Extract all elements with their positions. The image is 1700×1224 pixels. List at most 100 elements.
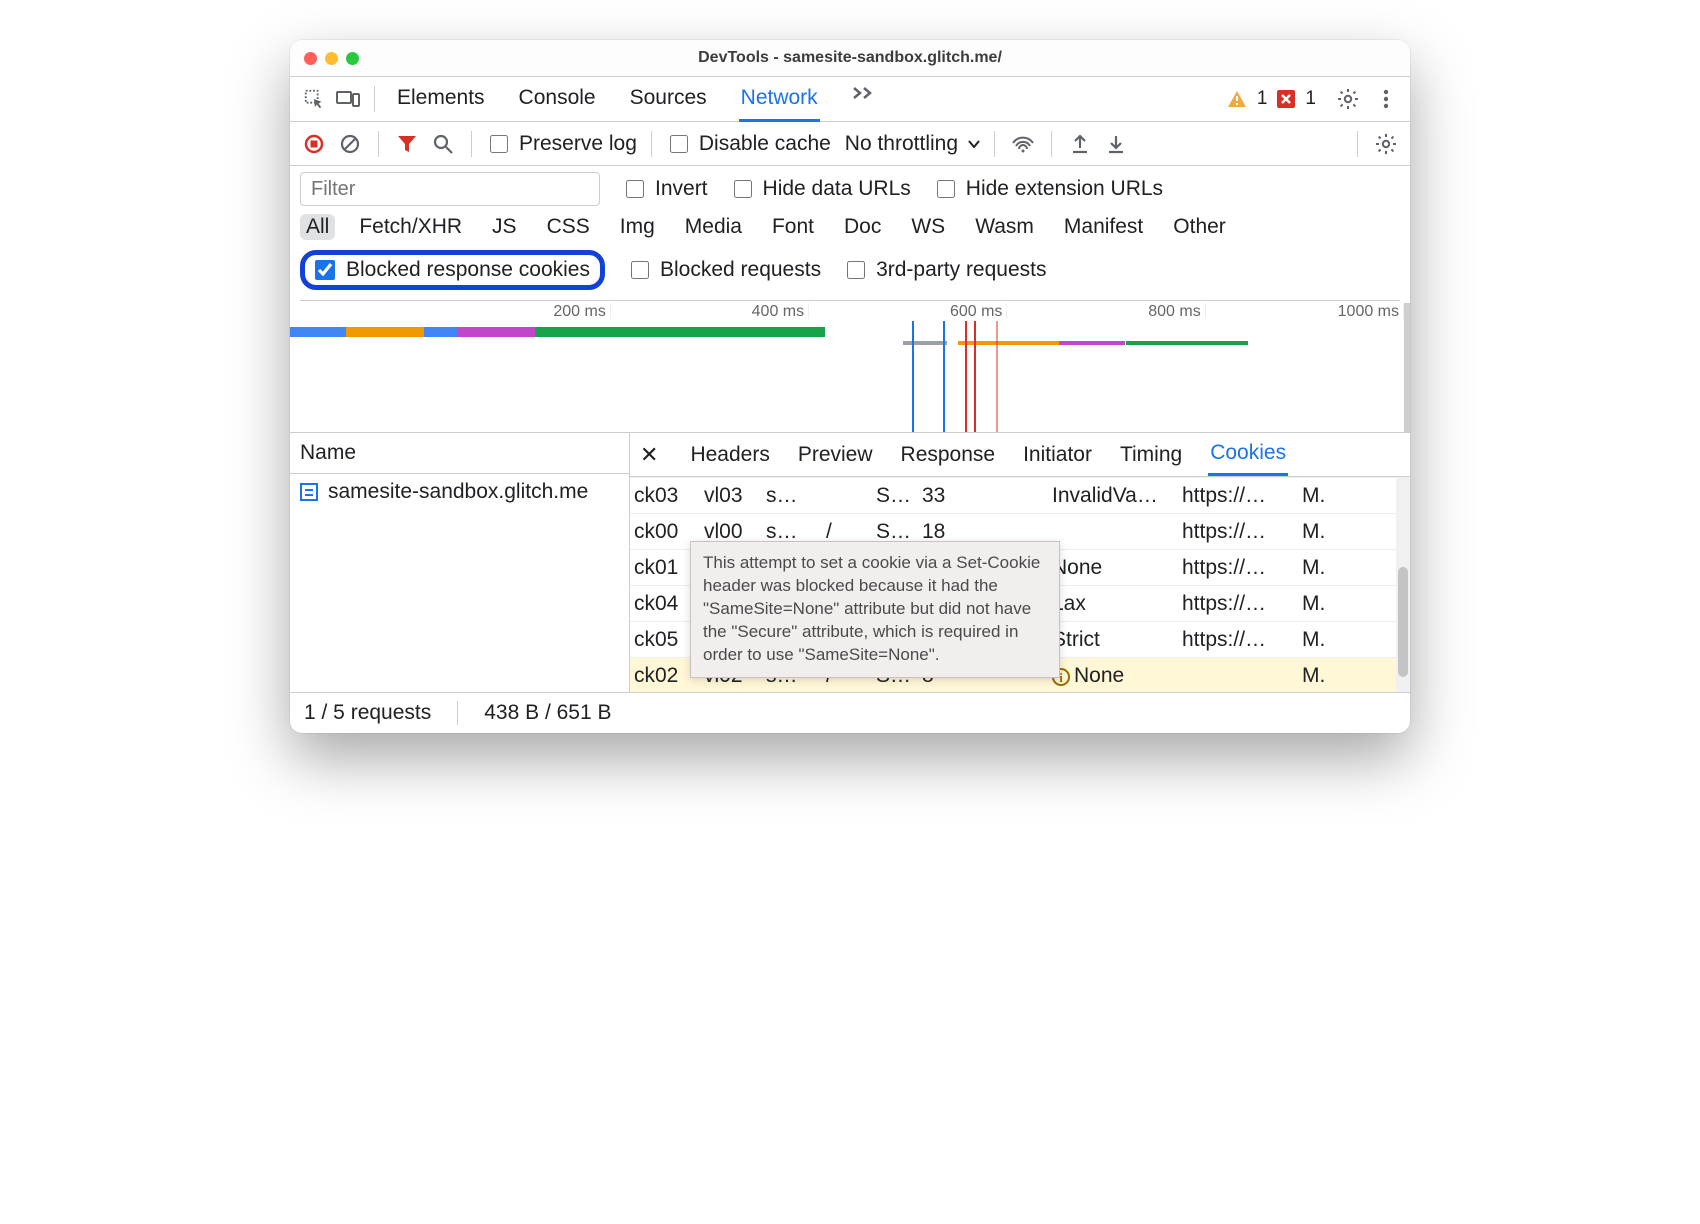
detail-tab-initiator[interactable]: Initiator (1021, 435, 1094, 475)
preserve-log-checkbox[interactable]: Preserve log (486, 132, 637, 156)
network-settings-gear-icon[interactable] (1372, 130, 1400, 158)
download-har-icon[interactable] (1102, 130, 1130, 158)
filter-icon[interactable] (393, 130, 421, 158)
cookie-url: https://… (1178, 520, 1298, 544)
device-toggle-icon[interactable] (334, 85, 362, 113)
status-requests: 1 / 5 requests (304, 701, 458, 725)
invert-checkbox[interactable]: Invert (622, 177, 708, 201)
type-filter-wasm[interactable]: Wasm (969, 214, 1040, 240)
third-party-requests-checkbox[interactable]: 3rd-party requests (843, 258, 1046, 282)
hide-extension-urls-checkbox[interactable]: Hide extension URLs (933, 177, 1163, 201)
overview-scrollbar[interactable] (1404, 303, 1410, 432)
tab-elements[interactable]: Elements (395, 76, 487, 122)
type-filter-css[interactable]: CSS (541, 214, 596, 240)
cookie-secure: S… (872, 484, 918, 508)
filter-section: Invert Hide data URLs Hide extension URL… (290, 166, 1410, 303)
cookie-value: vl03 (700, 484, 762, 508)
cookie-url: https://… (1178, 556, 1298, 580)
divider (374, 86, 375, 112)
tab-sources[interactable]: Sources (628, 76, 709, 122)
type-filters: All Fetch/XHR JS CSS Img Media Font Doc … (300, 206, 1400, 246)
network-conditions-icon[interactable] (1009, 130, 1037, 158)
type-filter-ws[interactable]: WS (905, 214, 951, 240)
cookie-url: https://… (1178, 592, 1298, 616)
type-filter-all[interactable]: All (300, 214, 335, 240)
cookie-domain: s… (762, 484, 822, 508)
cookie-size: 18 (918, 520, 1048, 544)
cookie-domain: s… (762, 520, 822, 544)
cookie-more: M. (1298, 484, 1344, 508)
type-filter-other[interactable]: Other (1167, 214, 1232, 240)
inspect-icon[interactable] (300, 85, 328, 113)
tab-console[interactable]: Console (517, 76, 598, 122)
request-detail-split: Name samesite-sandbox.glitch.me ✕ Header… (290, 433, 1410, 693)
cookie-path: / (822, 520, 872, 544)
cookie-more: M. (1298, 520, 1344, 544)
document-icon (300, 483, 318, 501)
disable-cache-checkbox[interactable]: Disable cache (666, 132, 831, 156)
type-filter-img[interactable]: Img (614, 214, 661, 240)
cookie-samesite: Lax (1048, 592, 1178, 616)
cookie-size: 33 (918, 484, 1048, 508)
devtools-window: DevTools - samesite-sandbox.glitch.me/ E… (290, 40, 1410, 733)
blocked-response-cookies-checkbox[interactable]: Blocked response cookies (300, 250, 605, 290)
cookie-samesite: iNone (1048, 664, 1178, 688)
record-button[interactable] (300, 130, 328, 158)
type-filter-fetchxhr[interactable]: Fetch/XHR (353, 214, 468, 240)
error-icon[interactable] (1277, 90, 1295, 108)
type-filter-doc[interactable]: Doc (838, 214, 887, 240)
tab-overflow[interactable] (850, 76, 876, 122)
cookie-more: M. (1298, 628, 1344, 652)
more-menu-icon[interactable] (1372, 85, 1400, 113)
main-tabs: Elements Console Sources Network (395, 76, 876, 122)
dom-content-loaded-line (912, 321, 914, 432)
cookie-name: ck03 (630, 484, 700, 508)
warning-count: 1 (1257, 88, 1268, 110)
detail-tab-timing[interactable]: Timing (1118, 435, 1184, 475)
request-list: Name samesite-sandbox.glitch.me (290, 433, 630, 692)
request-row[interactable]: samesite-sandbox.glitch.me (290, 474, 629, 510)
tab-network[interactable]: Network (739, 76, 820, 122)
filter-input[interactable] (300, 172, 600, 206)
cookie-more: M. (1298, 556, 1344, 580)
cookie-row[interactable]: ck03vl03s… S…33InvalidVa…https://…M. (630, 477, 1410, 513)
cookie-samesite: None (1048, 556, 1178, 580)
search-icon[interactable] (429, 130, 457, 158)
detail-scrollbar[interactable] (1396, 477, 1410, 692)
warning-icon[interactable] (1227, 90, 1247, 108)
blocked-cookie-tooltip: This attempt to set a cookie via a Set-C… (690, 541, 1060, 678)
detail-tab-cookies[interactable]: Cookies (1208, 433, 1288, 476)
detail-tab-preview[interactable]: Preview (796, 435, 875, 475)
close-detail-button[interactable]: ✕ (640, 442, 658, 468)
type-filter-media[interactable]: Media (679, 214, 748, 240)
cookie-samesite: InvalidVa… (1048, 484, 1178, 508)
hide-data-urls-checkbox[interactable]: Hide data URLs (730, 177, 911, 201)
titlebar: DevTools - samesite-sandbox.glitch.me/ (290, 40, 1410, 76)
column-header-name[interactable]: Name (290, 433, 629, 474)
blocked-requests-checkbox[interactable]: Blocked requests (627, 258, 821, 282)
type-filter-font[interactable]: Font (766, 214, 820, 240)
cookie-more: M. (1298, 664, 1344, 688)
throttling-select[interactable]: No throttling (845, 132, 980, 156)
request-detail-panel: ✕ Headers Preview Response Initiator Tim… (630, 433, 1410, 692)
status-transferred: 438 B / 651 B (484, 701, 637, 725)
timeline-overview[interactable]: 200 ms 400 ms 600 ms 800 ms 1000 ms (290, 303, 1410, 433)
cookie-samesite: Strict (1048, 628, 1178, 652)
status-bar: 1 / 5 requests 438 B / 651 B (290, 693, 1410, 733)
cookie-table: ck03vl03s…S…33InvalidVa…https://…M.ck00v… (630, 477, 1410, 692)
cookie-name: ck00 (630, 520, 700, 544)
error-count: 1 (1305, 88, 1316, 110)
cookie-value: vl00 (700, 520, 762, 544)
main-tab-strip: Elements Console Sources Network 1 1 (290, 76, 1410, 122)
detail-tab-headers[interactable]: Headers (688, 435, 771, 475)
type-filter-js[interactable]: JS (486, 214, 523, 240)
cookie-secure: S… (872, 520, 918, 544)
type-filter-manifest[interactable]: Manifest (1058, 214, 1149, 240)
load-event-line (965, 321, 967, 432)
cookie-url: https://… (1178, 484, 1298, 508)
network-toolbar: Preserve log Disable cache No throttling (290, 122, 1410, 166)
settings-gear-icon[interactable] (1334, 85, 1362, 113)
upload-har-icon[interactable] (1066, 130, 1094, 158)
clear-button[interactable] (336, 130, 364, 158)
detail-tab-response[interactable]: Response (899, 435, 998, 475)
